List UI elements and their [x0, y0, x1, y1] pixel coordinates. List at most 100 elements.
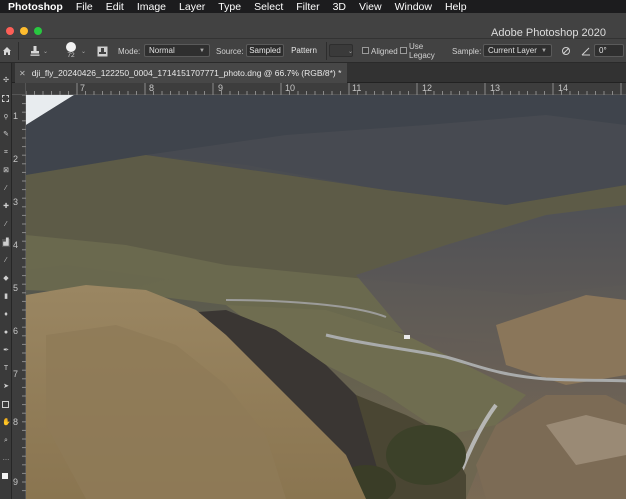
healing-brush-tool-icon[interactable]: ✚: [2, 203, 10, 211]
menu-app-name[interactable]: Photoshop: [8, 1, 63, 13]
preset-chevron-down-icon[interactable]: ⌄: [43, 39, 50, 63]
ignore-adjustment-layers-icon[interactable]: [560, 39, 572, 63]
clone-source-panel-icon[interactable]: [95, 39, 109, 63]
sample-select[interactable]: Current Layer ▼: [483, 44, 552, 57]
source-label: Source:: [216, 46, 244, 56]
menu-view[interactable]: View: [359, 1, 382, 13]
angle-value: 0°: [599, 46, 607, 55]
zoom-tool-icon[interactable]: ⌕: [2, 437, 10, 445]
ruler-label: 9: [218, 83, 224, 93]
sample-label: Sample:: [452, 46, 482, 56]
eraser-tool-icon[interactable]: ◆: [2, 275, 10, 283]
pattern-chevron-down-icon[interactable]: ⌄: [348, 39, 355, 63]
app-title: Adobe Photoshop 2020: [491, 27, 606, 39]
mode-chevron-down-icon: ▼: [199, 47, 205, 54]
mode-select[interactable]: Normal ▼: [144, 44, 210, 57]
ruler-label: 2: [13, 154, 19, 164]
photoshop-window: Photoshop File Edit Image Layer Type Sel…: [0, 0, 626, 499]
home-icon[interactable]: [0, 39, 14, 63]
ruler-label: 8: [149, 83, 155, 93]
brush-chevron-down-icon[interactable]: ⌄: [81, 39, 88, 63]
separator: [326, 42, 327, 60]
separator: [18, 42, 19, 60]
close-window-button[interactable]: [6, 27, 14, 35]
use-legacy-checkbox[interactable]: [400, 47, 407, 54]
blur-tool-icon[interactable]: ♦: [2, 311, 10, 319]
eyedropper-tool-icon[interactable]: ⁄: [2, 185, 10, 193]
menu-type[interactable]: Type: [218, 1, 241, 13]
ruler-label: 13: [490, 83, 501, 93]
dodge-tool-icon[interactable]: ●: [2, 329, 10, 337]
menu-help[interactable]: Help: [445, 1, 467, 13]
landscape-photo: [26, 95, 626, 499]
sample-value: Current Layer: [488, 46, 537, 55]
ruler-label: 6: [13, 326, 19, 336]
history-brush-tool-icon[interactable]: ⁄: [2, 257, 10, 265]
menu-filter[interactable]: Filter: [296, 1, 319, 13]
menu-3d[interactable]: 3D: [333, 1, 346, 13]
source-sampled-button[interactable]: Sampled: [246, 44, 284, 57]
gradient-tool-icon[interactable]: ▮: [2, 293, 10, 301]
move-tool-icon[interactable]: ✣: [2, 77, 10, 85]
menu-window[interactable]: Window: [395, 1, 432, 13]
options-bar: ⌄ 72 ⌄ Mode: Normal ▼ Source: Sampled Pa…: [0, 39, 626, 63]
ruler-label: 8: [13, 417, 19, 427]
close-tab-icon[interactable]: ✕: [19, 69, 26, 78]
ruler-label: 3: [13, 197, 19, 207]
menu-file[interactable]: File: [76, 1, 93, 13]
use-legacy-label: Use Legacy: [409, 42, 435, 60]
sample-chevron-down-icon: ▼: [541, 47, 547, 54]
ruler-label: 12: [422, 83, 433, 93]
minimize-window-button[interactable]: [20, 27, 28, 35]
ruler-label: 9: [13, 477, 19, 487]
frame-tool-icon[interactable]: ⊠: [2, 167, 10, 175]
angle-input[interactable]: 0°: [594, 44, 624, 57]
rectangle-tool-icon[interactable]: [2, 401, 9, 408]
type-tool-icon[interactable]: T: [2, 365, 10, 373]
aligned-checkbox[interactable]: [362, 47, 369, 54]
ruler-label: 7: [80, 83, 86, 93]
ruler-label: 11: [352, 83, 362, 93]
crop-tool-icon[interactable]: ⌗: [2, 149, 10, 157]
menu-edit[interactable]: Edit: [106, 1, 124, 13]
tools-panel: ✣ ϙ ✎ ⌗ ⊠ ⁄ ✚ ⁄ ▟ ⁄ ◆ ▮ ♦ ● ✒ T ➤ ✋ ⌕ …: [0, 63, 12, 499]
zoom-window-button[interactable]: [34, 27, 42, 35]
brush-tip-icon: [66, 42, 76, 52]
ruler-label: 7: [13, 369, 19, 379]
vertical-ruler[interactable]: 1 2 3 4 5 6 7 8 9: [12, 95, 26, 499]
title-bar: Adobe Photoshop 2020: [0, 13, 626, 39]
ruler-label: 14: [558, 83, 569, 93]
document-tab-title: dji_fly_20240426_122250_0004_17141517077…: [31, 68, 342, 78]
menu-layer[interactable]: Layer: [179, 1, 205, 13]
document-tab[interactable]: ✕ dji_fly_20240426_122250_0004_171415170…: [15, 63, 348, 83]
ruler-label: 10: [285, 83, 296, 93]
horizontal-ruler-ticks: [26, 83, 622, 95]
mode-label: Mode:: [118, 46, 141, 56]
menu-select[interactable]: Select: [254, 1, 283, 13]
menu-image[interactable]: Image: [137, 1, 166, 13]
ruler-label: 5: [13, 283, 19, 293]
lasso-tool-icon[interactable]: ϙ: [2, 113, 10, 121]
path-selection-tool-icon[interactable]: ➤: [2, 383, 10, 391]
horizontal-ruler[interactable]: 7 8 9 10 11 12 13 14: [26, 83, 626, 95]
angle-icon: [580, 39, 592, 63]
quick-select-tool-icon[interactable]: ✎: [2, 131, 10, 139]
aligned-label: Aligned: [371, 46, 398, 56]
ruler-label: 4: [13, 240, 19, 250]
menu-bar: Photoshop File Edit Image Layer Type Sel…: [0, 0, 626, 13]
ruler-label: 1: [13, 111, 19, 121]
hand-tool-icon[interactable]: ✋: [2, 419, 11, 427]
clone-stamp-preset-icon[interactable]: [26, 39, 44, 63]
brush-size-value: 72: [67, 52, 75, 59]
brush-size-picker[interactable]: 72: [62, 39, 80, 63]
foreground-color-swatch[interactable]: [2, 473, 8, 479]
marquee-tool-icon[interactable]: [2, 95, 9, 102]
more-tools-icon[interactable]: …: [2, 455, 10, 463]
ruler-origin[interactable]: [12, 83, 26, 95]
document-canvas[interactable]: [26, 95, 626, 499]
pen-tool-icon[interactable]: ✒: [2, 347, 10, 355]
brush-tool-icon[interactable]: ⁄: [2, 221, 10, 229]
source-pattern-button[interactable]: Pattern: [287, 44, 321, 57]
clone-stamp-tool-icon[interactable]: ▟: [2, 239, 10, 247]
mode-value: Normal: [149, 46, 175, 55]
